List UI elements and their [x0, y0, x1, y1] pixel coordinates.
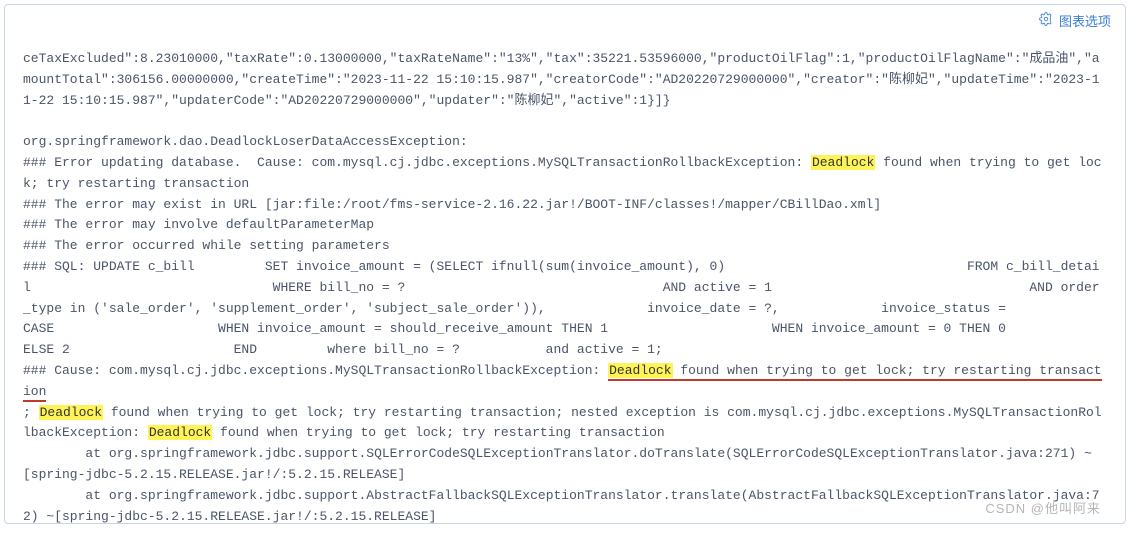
highlight-deadlock: Deadlock [811, 155, 875, 170]
highlight-deadlock: Deadlock [608, 363, 672, 378]
log-line: at org.springframework.jdbc.support.SQLE… [23, 446, 1092, 482]
log-panel: 图表选项 ceTaxExcluded":8.23010000,"taxRate"… [4, 4, 1126, 524]
highlight-deadlock: Deadlock [148, 425, 212, 440]
chart-options-button[interactable]: 图表选项 [1039, 11, 1111, 30]
log-line: found when trying to get lock; try resta… [212, 425, 664, 440]
log-line: ; [23, 405, 39, 420]
log-line: ### Cause: com.mysql.cj.jdbc.exceptions.… [23, 363, 608, 378]
watermark-text: CSDN @他叫阿来 [985, 498, 1101, 517]
highlight-deadlock: Deadlock [39, 405, 103, 420]
log-line: ### The error may involve defaultParamet… [23, 217, 374, 232]
log-line: ### Error updating database. Cause: com.… [23, 155, 811, 170]
log-line: at org.springframework.jdbc.support.Abst… [23, 488, 1100, 524]
chart-options-label: 图表选项 [1059, 11, 1111, 30]
log-line: ### The error may exist in URL [jar:file… [23, 197, 881, 212]
log-output[interactable]: ceTaxExcluded":8.23010000,"taxRate":0.13… [5, 5, 1125, 524]
log-line: ### SQL: UPDATE c_bill SET invoice_amoun… [23, 259, 1126, 357]
log-line: org.springframework.dao.DeadlockLoserDat… [23, 134, 468, 149]
gear-icon [1039, 12, 1053, 29]
log-line: ### The error occurred while setting par… [23, 238, 390, 253]
log-line: ceTaxExcluded":8.23010000,"taxRate":0.13… [23, 51, 1100, 108]
